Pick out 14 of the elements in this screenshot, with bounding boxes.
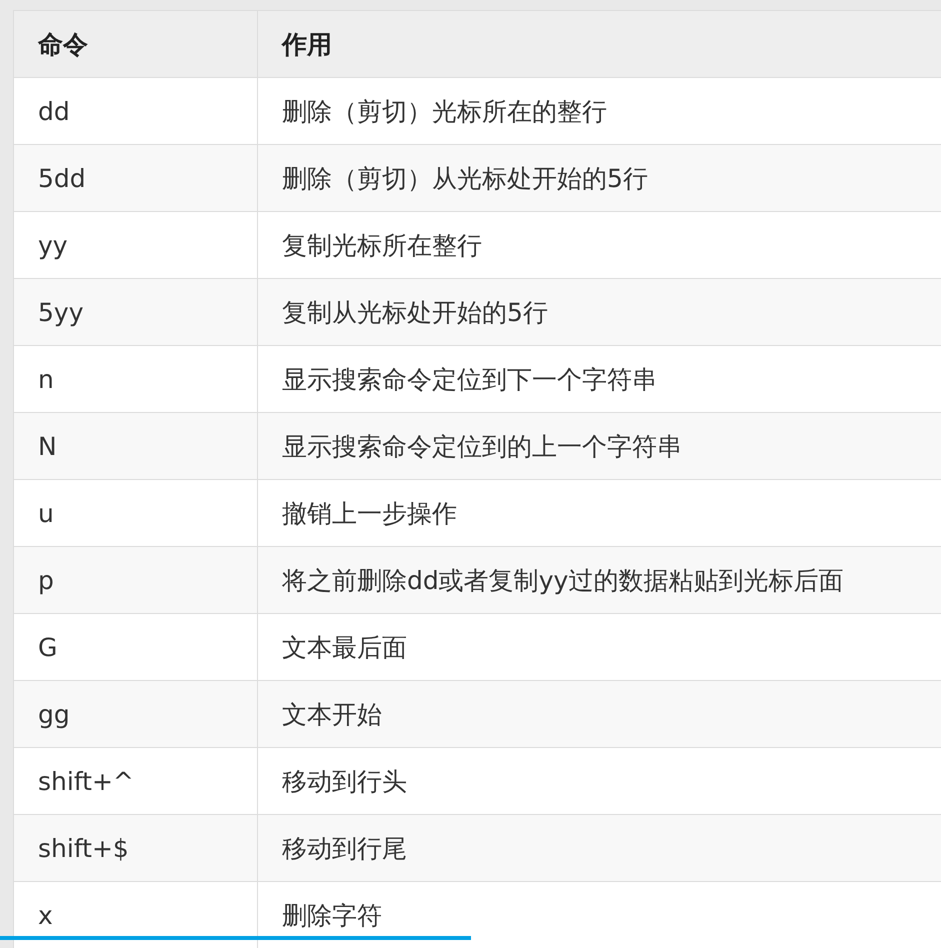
table-cell: 显示搜索命令定位到的上一个字符串: [258, 412, 941, 480]
table-cell: 文本开始: [258, 680, 941, 748]
table-cell: 复制从光标处开始的5行: [258, 278, 941, 346]
table-cell: 将之前删除dd或者复制yy过的数据粘贴到光标后面: [258, 546, 941, 614]
table-cell: p: [14, 546, 258, 614]
table-cell: 5dd: [14, 144, 258, 212]
table-cell: N: [14, 412, 258, 480]
table-cell: gg: [14, 680, 258, 748]
table-cell: shift+$: [14, 814, 258, 882]
column-header: 作用: [258, 10, 941, 78]
table-cell: 移动到行尾: [258, 814, 941, 882]
table-cell: 删除（剪切）从光标处开始的5行: [258, 144, 941, 212]
table-cell: 5yy: [14, 278, 258, 346]
column-header: 命令: [14, 10, 258, 78]
